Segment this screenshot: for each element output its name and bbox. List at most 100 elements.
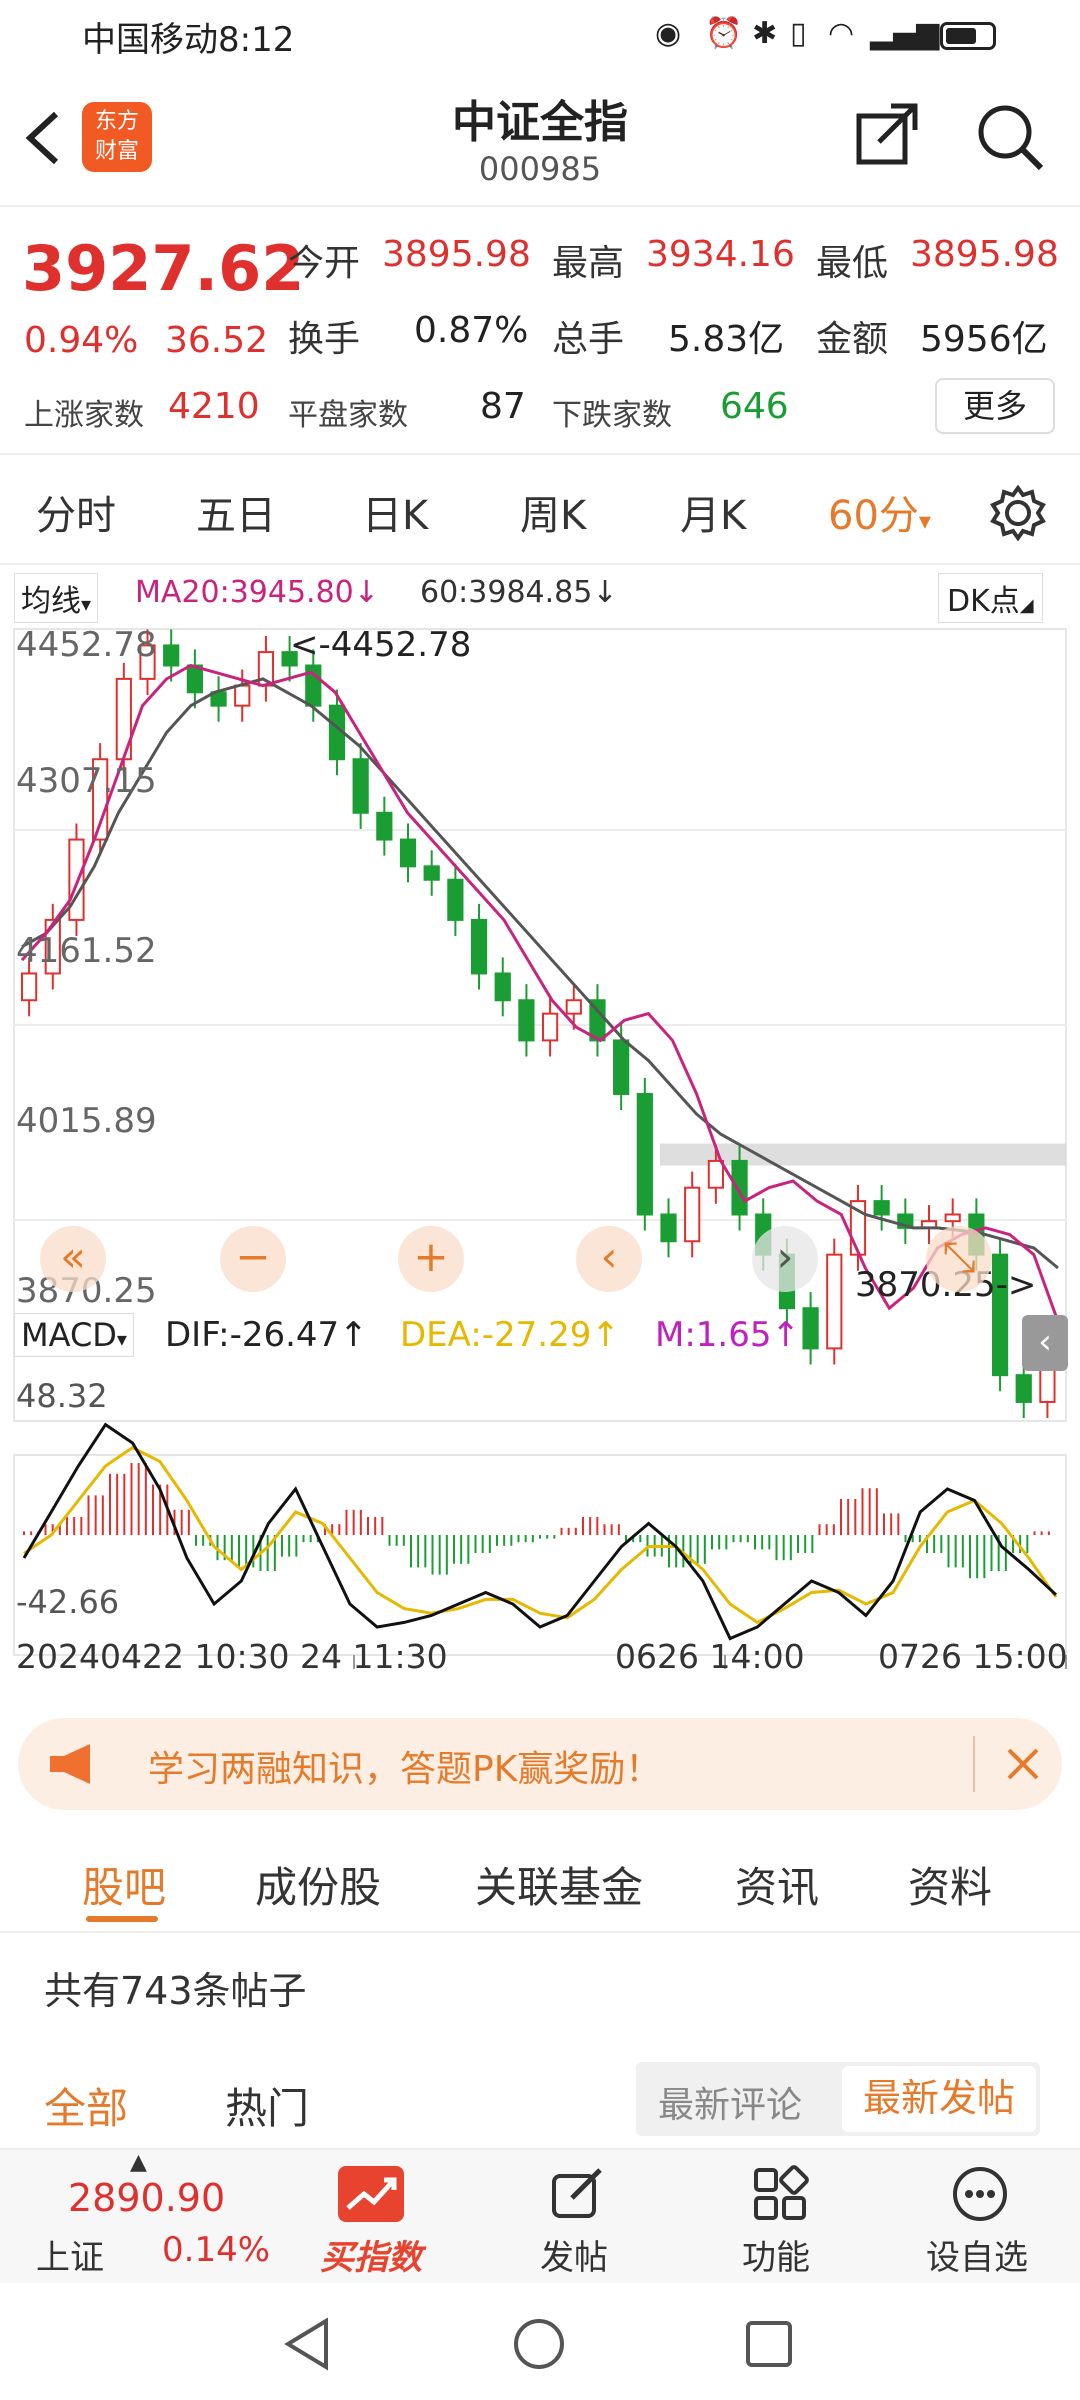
trend-icon bbox=[338, 2166, 404, 2222]
sort-latest-comment[interactable]: 最新评论 bbox=[658, 2076, 802, 2128]
tab-week-k[interactable]: 周K bbox=[520, 483, 586, 541]
tab-day-k[interactable]: 日K bbox=[362, 483, 428, 541]
candle-body bbox=[707, 1159, 724, 1189]
ma20-label: MA20:3945.80↓ bbox=[135, 575, 379, 610]
grid-icon bbox=[754, 2165, 809, 2220]
candle-body bbox=[423, 865, 440, 881]
ma-selector[interactable]: 均线▾ bbox=[14, 573, 99, 623]
filter-all[interactable]: 全部 bbox=[44, 2075, 128, 2136]
tab-60min[interactable]: 60分▾ bbox=[828, 483, 931, 541]
amount-value: 5956亿 bbox=[920, 319, 1048, 360]
index-name: 上证 bbox=[36, 2238, 104, 2278]
scroll-right-button[interactable]: › bbox=[752, 1226, 818, 1292]
filter-hot[interactable]: 热门 bbox=[225, 2075, 309, 2136]
x-label-2: 0626 14:00 bbox=[615, 1637, 805, 1676]
tab-news[interactable]: 资讯 bbox=[735, 1854, 819, 1915]
sort-latest-post[interactable]: 最新发帖 bbox=[842, 2066, 1036, 2132]
promo-banner[interactable]: 学习两融知识，答题PK赢奖励！ bbox=[18, 1718, 1062, 1810]
functions-button[interactable]: 功能 bbox=[742, 2230, 810, 2279]
post-count: 共有743条帖子 bbox=[44, 1969, 307, 2013]
alarm-icon: ⏰ bbox=[705, 16, 743, 51]
dif-line bbox=[22, 1422, 1058, 1641]
change-pct: 0.94% bbox=[24, 320, 139, 361]
candle-body bbox=[470, 918, 488, 975]
candle-body bbox=[1015, 1374, 1032, 1403]
zoom-out-button[interactable]: − bbox=[220, 1226, 286, 1292]
candle-body bbox=[376, 811, 393, 841]
bluetooth-icon: ✱ bbox=[752, 16, 778, 51]
nav-back-icon[interactable] bbox=[282, 2317, 332, 2371]
dif-label: DIF:-26.47↑ bbox=[165, 1315, 368, 1355]
close-icon[interactable] bbox=[1003, 1744, 1043, 1784]
more-button[interactable]: 更多 bbox=[935, 378, 1055, 434]
candle-body bbox=[518, 999, 535, 1042]
high-label: 最高 bbox=[552, 243, 625, 284]
nav-home-icon[interactable] bbox=[512, 2317, 566, 2371]
volume-label: 总手 bbox=[552, 319, 625, 360]
post-button[interactable]: 发帖 bbox=[540, 2230, 608, 2279]
scroll-left-fast-button[interactable]: « bbox=[40, 1226, 106, 1292]
candle-body bbox=[447, 878, 464, 921]
tab-constituents[interactable]: 成份股 bbox=[255, 1854, 381, 1915]
candle-body bbox=[399, 838, 417, 868]
dk-point-button[interactable]: DK点◢ bbox=[938, 573, 1043, 623]
expand-arrow-icon[interactable]: ▲ bbox=[130, 2150, 147, 2175]
ma60-line bbox=[21, 677, 1059, 1270]
tab-five-day[interactable]: 五日 bbox=[196, 483, 276, 541]
app-logo: 东方财富 bbox=[82, 102, 152, 172]
tab-related-funds[interactable]: 关联基金 bbox=[475, 1854, 643, 1915]
header-bar: 东方财富 中证全指 000985 bbox=[0, 72, 1080, 207]
volume-value: 5.83亿 bbox=[668, 319, 785, 360]
period-tabs: 分时 五日 日K 周K 月K 60分▾ bbox=[0, 455, 1080, 565]
tab-intraday[interactable]: 分时 bbox=[36, 483, 116, 541]
bottom-toolbar: ▲ 2890.90 上证 0.14% 买指数 发帖 功能 设自选 bbox=[0, 2148, 1080, 2283]
tab-profile[interactable]: 资料 bbox=[908, 1854, 992, 1915]
candle-body bbox=[542, 1012, 559, 1042]
ma60-label: 60:3984.85↓ bbox=[420, 575, 618, 610]
candle-body bbox=[944, 1213, 961, 1223]
dea-label: DEA:-27.29↑ bbox=[400, 1315, 620, 1355]
content-tabs: 股吧 成份股 关联基金 资讯 资料 bbox=[0, 1828, 1080, 1933]
candle-body bbox=[731, 1159, 748, 1216]
zoom-in-button[interactable]: + bbox=[398, 1226, 464, 1292]
candle-body bbox=[660, 1213, 677, 1243]
share-icon[interactable] bbox=[855, 102, 919, 166]
nav-recents-icon[interactable] bbox=[742, 2317, 796, 2371]
up-count: 4210 bbox=[168, 386, 260, 427]
wifi-icon: ◠ bbox=[828, 16, 855, 51]
flat-count: 87 bbox=[480, 386, 526, 427]
down-count-label: 下跌家数 bbox=[552, 398, 672, 433]
candle-body bbox=[565, 999, 582, 1015]
stock-code: 000985 bbox=[478, 150, 602, 188]
settings-gear-icon[interactable] bbox=[990, 485, 1046, 541]
x-label-1b: 24 11:30 bbox=[300, 1637, 448, 1676]
kline-chart[interactable] bbox=[0, 625, 1080, 1725]
scroll-left-button[interactable]: ‹ bbox=[576, 1226, 642, 1292]
tab-guba[interactable]: 股吧 bbox=[82, 1854, 166, 1915]
fullscreen-button[interactable]: ⤡ bbox=[926, 1226, 992, 1292]
y-label-4: 4015.89 bbox=[16, 1101, 157, 1141]
system-nav-bar bbox=[0, 2283, 1080, 2400]
buy-index-button[interactable]: 买指数 bbox=[320, 2230, 422, 2279]
macd-panel-frame bbox=[13, 1454, 1067, 1656]
signal-icon: ▂▄▆ bbox=[870, 16, 940, 51]
m-label: M:1.65↑ bbox=[655, 1315, 800, 1355]
macd-selector[interactable]: MACD▾ bbox=[14, 1313, 134, 1357]
amount-label: 金额 bbox=[816, 319, 889, 360]
candle-body bbox=[68, 838, 85, 921]
x-label-3: 0726 15:00 bbox=[878, 1637, 1068, 1676]
high-value: 3934.16 bbox=[646, 234, 795, 275]
collapse-panel-button[interactable]: ‹ bbox=[1022, 1315, 1068, 1371]
low-value: 3895.98 bbox=[910, 234, 1059, 275]
back-icon[interactable] bbox=[22, 108, 62, 168]
tab-month-k[interactable]: 月K bbox=[680, 483, 746, 541]
chart-panel: 均线▾ MA20:3945.80↓ 60:3984.85↓ DK点◢ 4452.… bbox=[0, 565, 1080, 1705]
quote-panel: 3927.62 0.94% 36.52 今开 3895.98 最高 3934.1… bbox=[0, 210, 1080, 455]
vibrate-icon: ▯ bbox=[790, 16, 807, 51]
index-value[interactable]: 2890.90 bbox=[68, 2176, 225, 2220]
search-icon[interactable] bbox=[975, 102, 1045, 172]
add-watchlist-button[interactable]: 设自选 bbox=[926, 2230, 1028, 2279]
index-pct: 0.14% bbox=[162, 2230, 271, 2270]
battery-icon bbox=[940, 22, 996, 50]
candle-body bbox=[494, 972, 511, 1002]
